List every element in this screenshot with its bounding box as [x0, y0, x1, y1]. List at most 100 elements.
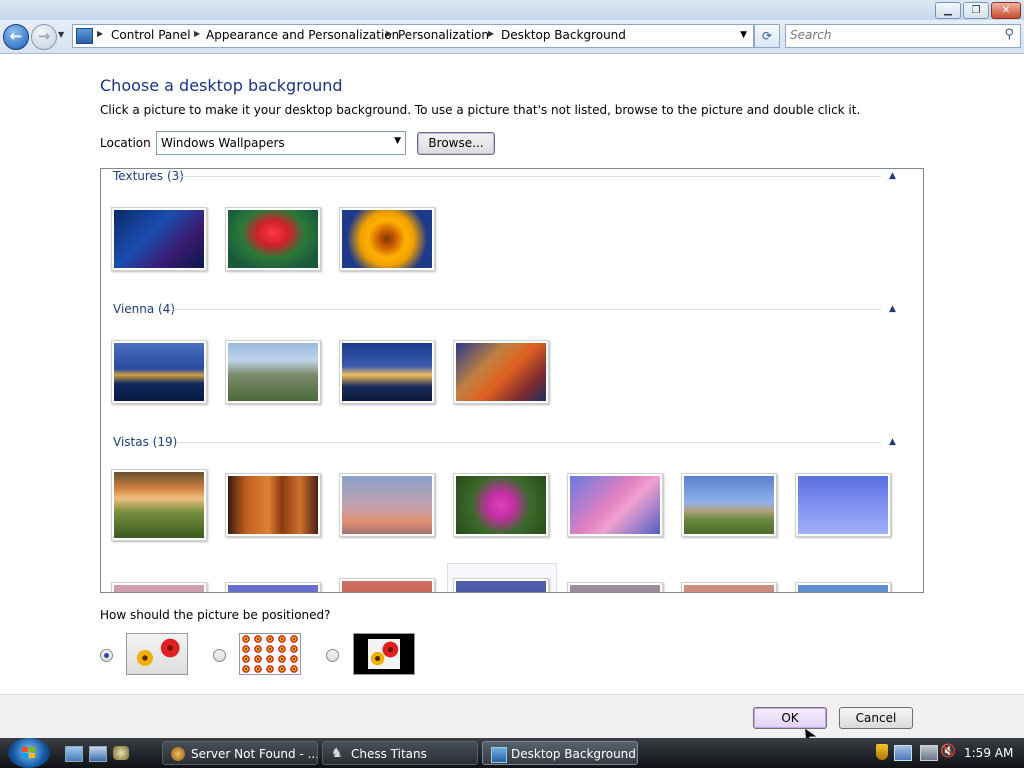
- security-shield-icon[interactable]: [876, 744, 888, 760]
- group-divider: [179, 176, 881, 177]
- position-tile-radio[interactable]: [213, 649, 226, 662]
- wallpaper-thumb-vista-10[interactable]: [339, 578, 435, 592]
- wallpaper-thumb-vista-1[interactable]: [111, 469, 207, 541]
- wallpaper-thumb-vista-13[interactable]: [681, 582, 777, 592]
- location-dropdown[interactable]: Windows Wallpapers ▼: [156, 131, 406, 155]
- position-fill-radio[interactable]: [100, 649, 113, 662]
- position-label: How should the picture be positioned?: [100, 608, 331, 622]
- wallpaper-thumb-vienna-2[interactable]: [225, 340, 321, 404]
- cancel-button[interactable]: Cancel: [839, 707, 913, 729]
- task-server-not-found[interactable]: Server Not Found - ...: [162, 741, 318, 765]
- breadcrumb-separator[interactable]: ▶: [488, 29, 494, 38]
- collapse-vienna-button[interactable]: ▲: [889, 304, 896, 314]
- control-panel-icon: [76, 28, 93, 44]
- wallpaper-thumb-vienna-1[interactable]: [111, 340, 207, 404]
- search-input[interactable]: [786, 25, 994, 45]
- minimize-button[interactable]: ▁: [935, 2, 961, 19]
- search-icon[interactable]: ⚲: [1004, 27, 1014, 42]
- recent-pages-dropdown[interactable]: ▼: [58, 30, 64, 39]
- windows-orb-icon[interactable]: [8, 738, 50, 768]
- wallpaper-thumb-vista-4[interactable]: [453, 473, 549, 537]
- browser-icon: [171, 747, 185, 761]
- vista-partial-7-image: [798, 585, 888, 592]
- browse-button[interactable]: Browse...: [417, 132, 495, 155]
- page-title: Choose a desktop background: [100, 76, 343, 95]
- breadcrumb-separator[interactable]: ▶: [194, 29, 200, 38]
- vienna-palace-night-image: [114, 343, 204, 401]
- wallpaper-thumb-vista-2[interactable]: [225, 473, 321, 537]
- position-tile-preview[interactable]: [239, 633, 301, 675]
- vista-partial-3-image: [342, 581, 432, 592]
- group-divider: [173, 309, 881, 310]
- position-center-radio[interactable]: [326, 649, 339, 662]
- dialog-footer: OK Cancel: [0, 694, 1024, 739]
- breadcrumb-separator[interactable]: ▶: [386, 29, 392, 38]
- position-center-preview[interactable]: [353, 633, 415, 675]
- search-box[interactable]: ⚲: [785, 24, 1021, 48]
- chess-piece-icon: ♞: [331, 746, 343, 761]
- vista-sunset-tree-image: [114, 472, 204, 538]
- center-preview-image: [368, 639, 400, 669]
- back-button[interactable]: ←: [3, 24, 29, 50]
- position-fill-preview[interactable]: [126, 633, 188, 675]
- vista-bare-branches-image: [342, 476, 432, 534]
- task-chess-titans[interactable]: ♞ Chess Titans: [322, 741, 478, 765]
- wallpaper-thumb-vista-8[interactable]: [111, 582, 207, 592]
- window-title-bar: ▁ ❐ ✕: [0, 0, 1024, 20]
- switch-windows-icon[interactable]: [89, 746, 107, 762]
- vienna-church-night-image: [342, 343, 432, 401]
- wallpaper-gallery: Textures (3) ▲ Vienna (4) ▲ Vistas (19) …: [100, 168, 924, 593]
- texture-red-flower-image: [228, 210, 318, 268]
- breadcrumb-separator[interactable]: ▶: [97, 29, 103, 38]
- page-instructions: Click a picture to make it your desktop …: [100, 103, 861, 117]
- address-bar[interactable]: ▶ Control Panel ▶ Appearance and Persona…: [72, 24, 754, 48]
- vista-partial-4-image: [456, 581, 546, 592]
- chevron-down-icon[interactable]: ▼: [394, 136, 401, 146]
- collapse-vistas-button[interactable]: ▲: [889, 437, 896, 447]
- task-desktop-background[interactable]: Desktop Background: [482, 741, 638, 765]
- task-label: Chess Titans: [351, 747, 427, 761]
- forward-button[interactable]: →: [31, 24, 57, 50]
- wallpaper-thumb-vista-11[interactable]: [453, 578, 549, 592]
- wallpaper-thumb-vista-3[interactable]: [339, 473, 435, 537]
- group-header-textures[interactable]: Textures (3): [113, 169, 184, 183]
- close-button[interactable]: ✕: [991, 2, 1021, 19]
- collapse-textures-button[interactable]: ▲: [889, 171, 896, 181]
- game-icon[interactable]: [113, 746, 129, 760]
- wallpaper-thumb-vista-14[interactable]: [795, 582, 891, 592]
- show-desktop-icon[interactable]: [65, 746, 83, 762]
- wallpaper-thumb-texture-1[interactable]: [111, 207, 207, 271]
- clock[interactable]: 1:59 AM: [964, 746, 1013, 760]
- texture-sunflower-image: [342, 210, 432, 268]
- group-divider: [177, 442, 881, 443]
- address-history-dropdown[interactable]: ▼: [740, 30, 747, 40]
- task-label: Server Not Found - ...: [191, 747, 318, 761]
- group-header-vistas[interactable]: Vistas (19): [113, 435, 177, 449]
- texture-dark-lights-image: [114, 210, 204, 268]
- wallpaper-thumb-vista-12[interactable]: [567, 582, 663, 592]
- vista-partial-5-image: [570, 585, 660, 592]
- breadcrumb-personalization[interactable]: Personalization: [398, 28, 489, 42]
- breadcrumb-appearance[interactable]: Appearance and Personalization: [206, 28, 399, 42]
- breadcrumb-desktop-background[interactable]: Desktop Background: [501, 28, 626, 42]
- vista-partial-2-image: [228, 585, 318, 592]
- wallpaper-thumb-texture-3[interactable]: [339, 207, 435, 271]
- network-icon[interactable]: [894, 745, 912, 761]
- desktop-background-icon: [491, 747, 507, 763]
- wallpaper-thumb-vienna-4[interactable]: [453, 340, 549, 404]
- wallpaper-thumb-vienna-3[interactable]: [339, 340, 435, 404]
- vista-partial-1-image: [114, 585, 204, 592]
- wallpaper-thumb-vista-6[interactable]: [681, 473, 777, 537]
- maximize-button[interactable]: ❐: [963, 2, 989, 19]
- wallpaper-thumb-vista-7[interactable]: [795, 473, 891, 537]
- wallpaper-thumb-vista-5[interactable]: [567, 473, 663, 537]
- network-status-icon[interactable]: [920, 745, 938, 761]
- wallpaper-thumb-texture-2[interactable]: [225, 207, 321, 271]
- refresh-button[interactable]: ⟳: [754, 24, 780, 48]
- location-value: Windows Wallpapers: [161, 136, 285, 150]
- volume-muted-icon[interactable]: 🔇: [940, 744, 956, 759]
- wallpaper-thumb-vista-9[interactable]: [225, 582, 321, 592]
- vista-branch-blue-sky-image: [798, 476, 888, 534]
- breadcrumb-control-panel[interactable]: Control Panel: [111, 28, 191, 42]
- group-header-vienna[interactable]: Vienna (4): [113, 302, 175, 316]
